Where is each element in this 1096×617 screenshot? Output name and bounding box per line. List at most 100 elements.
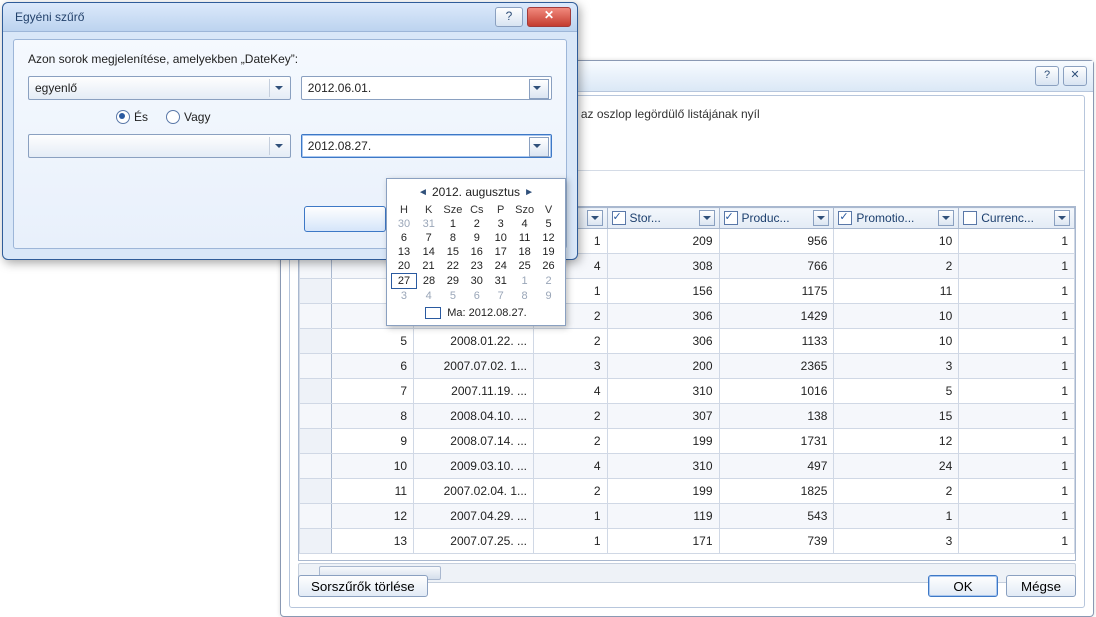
cell[interactable]: 209 [607,229,719,254]
day-cell[interactable]: 26 [537,259,561,274]
cell[interactable]: 2 [834,254,959,279]
cell[interactable]: 1 [959,479,1075,504]
column-filter-dropdown[interactable] [699,210,715,226]
cell[interactable]: 1 [959,529,1075,554]
wizard-help-button[interactable]: ? [1035,66,1059,86]
cell[interactable]: 2008.01.22. ... [414,329,534,354]
day-cell[interactable]: 9 [537,289,561,304]
column-header[interactable]: Produc... [719,208,834,229]
operator-1-combo[interactable]: egyenlő [28,76,291,100]
row-header-cell[interactable] [300,504,332,529]
cell[interactable]: 3 [834,354,959,379]
cell[interactable]: 2 [834,479,959,504]
day-cell[interactable]: 27 [392,274,417,289]
cell[interactable]: 10 [834,304,959,329]
day-cell[interactable]: 16 [465,245,489,259]
day-cell[interactable]: 31 [489,274,513,289]
cell[interactable]: 308 [607,254,719,279]
cell[interactable]: 5 [332,329,414,354]
cell[interactable]: 138 [719,404,834,429]
table-row[interactable]: 92008.07.14. ...21991731121 [300,429,1075,454]
cell[interactable]: 543 [719,504,834,529]
row-header-cell[interactable] [300,479,332,504]
day-cell[interactable]: 8 [441,231,465,245]
day-cell[interactable]: 19 [537,245,561,259]
cell[interactable]: 2 [534,479,607,504]
cell[interactable]: 4 [534,379,607,404]
cell[interactable]: 199 [607,429,719,454]
table-row[interactable]: 52008.01.22. ...23061133101 [300,329,1075,354]
cell[interactable]: 5 [834,379,959,404]
day-cell[interactable]: 29 [441,274,465,289]
cell[interactable]: 2007.07.25. ... [414,529,534,554]
cell[interactable]: 2365 [719,354,834,379]
day-cell[interactable]: 9 [465,231,489,245]
cell[interactable]: 739 [719,529,834,554]
day-cell[interactable]: 31 [416,217,440,231]
cell[interactable]: 1 [959,229,1075,254]
cell[interactable]: 306 [607,329,719,354]
ok-button[interactable]: OK [928,575,998,597]
cell[interactable]: 1 [959,429,1075,454]
cell[interactable]: 1 [534,504,607,529]
table-row[interactable]: 122007.04.29. ...111954311 [300,504,1075,529]
cell[interactable]: 2 [534,329,607,354]
cell[interactable]: 1 [834,504,959,529]
day-cell[interactable]: 21 [416,259,440,274]
next-month-button[interactable]: ► [524,187,534,198]
cell[interactable]: 1175 [719,279,834,304]
cell[interactable]: 10 [332,454,414,479]
day-cell[interactable]: 3 [392,289,417,304]
day-cell[interactable]: 5 [441,289,465,304]
cell[interactable]: 6 [332,354,414,379]
cell[interactable]: 2007.02.04. 1... [414,479,534,504]
row-header-cell[interactable] [300,329,332,354]
column-header[interactable]: Currenc... [959,208,1075,229]
cell[interactable]: 1429 [719,304,834,329]
cell[interactable]: 8 [332,404,414,429]
cell[interactable]: 12 [332,504,414,529]
cell[interactable]: 1 [959,404,1075,429]
day-cell[interactable]: 3 [489,217,513,231]
column-filter-dropdown[interactable] [1054,210,1070,226]
calendar-icon[interactable] [529,79,549,99]
table-row[interactable]: 82008.04.10. ...2307138151 [300,404,1075,429]
cell[interactable]: 1 [959,279,1075,304]
cell[interactable]: 1 [959,504,1075,529]
cell[interactable]: 200 [607,354,719,379]
cell[interactable]: 306 [607,304,719,329]
date-picker-title[interactable]: 2012. augusztus [432,185,520,199]
cell[interactable]: 119 [607,504,719,529]
table-row[interactable]: 132007.07.25. ...117173931 [300,529,1075,554]
day-cell[interactable]: 24 [489,259,513,274]
table-row[interactable]: 102009.03.10. ...4310497241 [300,454,1075,479]
day-cell[interactable]: 11 [513,231,537,245]
cell[interactable]: 1 [959,254,1075,279]
cell[interactable]: 1825 [719,479,834,504]
cell[interactable]: 156 [607,279,719,304]
cell[interactable]: 1 [959,454,1075,479]
row-header-cell[interactable] [300,279,332,304]
day-cell[interactable]: 25 [513,259,537,274]
calendar-icon[interactable] [529,137,549,157]
cell[interactable]: 10 [834,329,959,354]
cell[interactable]: 4 [534,454,607,479]
day-cell[interactable]: 1 [441,217,465,231]
cell[interactable]: 1731 [719,429,834,454]
day-cell[interactable]: 7 [489,289,513,304]
cell[interactable]: 2008.07.14. ... [414,429,534,454]
row-header-cell[interactable] [300,454,332,479]
dialog-hidden-ok-button[interactable] [304,206,386,232]
cell[interactable]: 171 [607,529,719,554]
column-filter-dropdown[interactable] [938,210,954,226]
cell[interactable]: 2007.07.02. 1... [414,354,534,379]
value-2-combo[interactable]: 2012.08.27. [301,134,552,158]
cell[interactable]: 9 [332,429,414,454]
day-cell[interactable]: 28 [416,274,440,289]
cell[interactable]: 11 [332,479,414,504]
day-cell[interactable]: 30 [392,217,417,231]
cell[interactable]: 15 [834,404,959,429]
column-header[interactable]: Stor... [607,208,719,229]
cell[interactable]: 2 [534,429,607,454]
cell[interactable]: 2008.04.10. ... [414,404,534,429]
